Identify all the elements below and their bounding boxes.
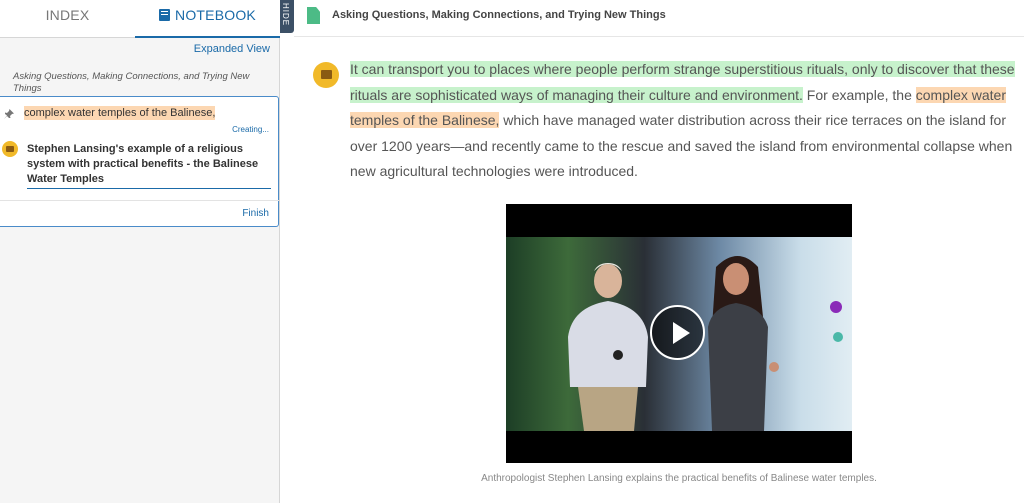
play-icon[interactable]	[650, 305, 705, 360]
notebook-section-title: Asking Questions, Making Connections, an…	[13, 71, 250, 94]
notebook-panel: INDEX NOTEBOOK Expanded View Asking Ques…	[0, 0, 280, 503]
status-text: Creating...	[232, 125, 269, 134]
article-paragraph: It can transport you to places where peo…	[350, 57, 1015, 185]
tab-index[interactable]: INDEX	[0, 0, 135, 38]
pin-icon[interactable]	[3, 108, 15, 120]
highlighted-passage[interactable]: complex water temples of the Balinese,	[24, 106, 216, 120]
tab-notebook[interactable]: NOTEBOOK	[135, 0, 280, 38]
note-input[interactable]: Stephen Lansing's example of a religious…	[27, 142, 271, 189]
hide-panel-button[interactable]: HIDE	[280, 0, 294, 33]
note-icon	[2, 141, 18, 157]
notebook-icon	[159, 9, 171, 21]
document-icon	[307, 7, 320, 24]
video-player[interactable]	[506, 204, 852, 463]
note-icon[interactable]	[313, 62, 339, 88]
divider	[294, 36, 1024, 37]
finish-button[interactable]: Finish	[242, 208, 269, 219]
expanded-view-link[interactable]: Expanded View	[194, 43, 270, 55]
paragraph-text: For example, the	[802, 86, 916, 103]
panel-tabs: INDEX NOTEBOOK	[0, 0, 280, 38]
page-title: Asking Questions, Making Connections, an…	[332, 9, 666, 21]
note-card: complex water temples of the Balinese, C…	[0, 96, 279, 227]
video-caption: Anthropologist Stephen Lansing explains …	[481, 473, 877, 484]
divider	[0, 200, 279, 201]
